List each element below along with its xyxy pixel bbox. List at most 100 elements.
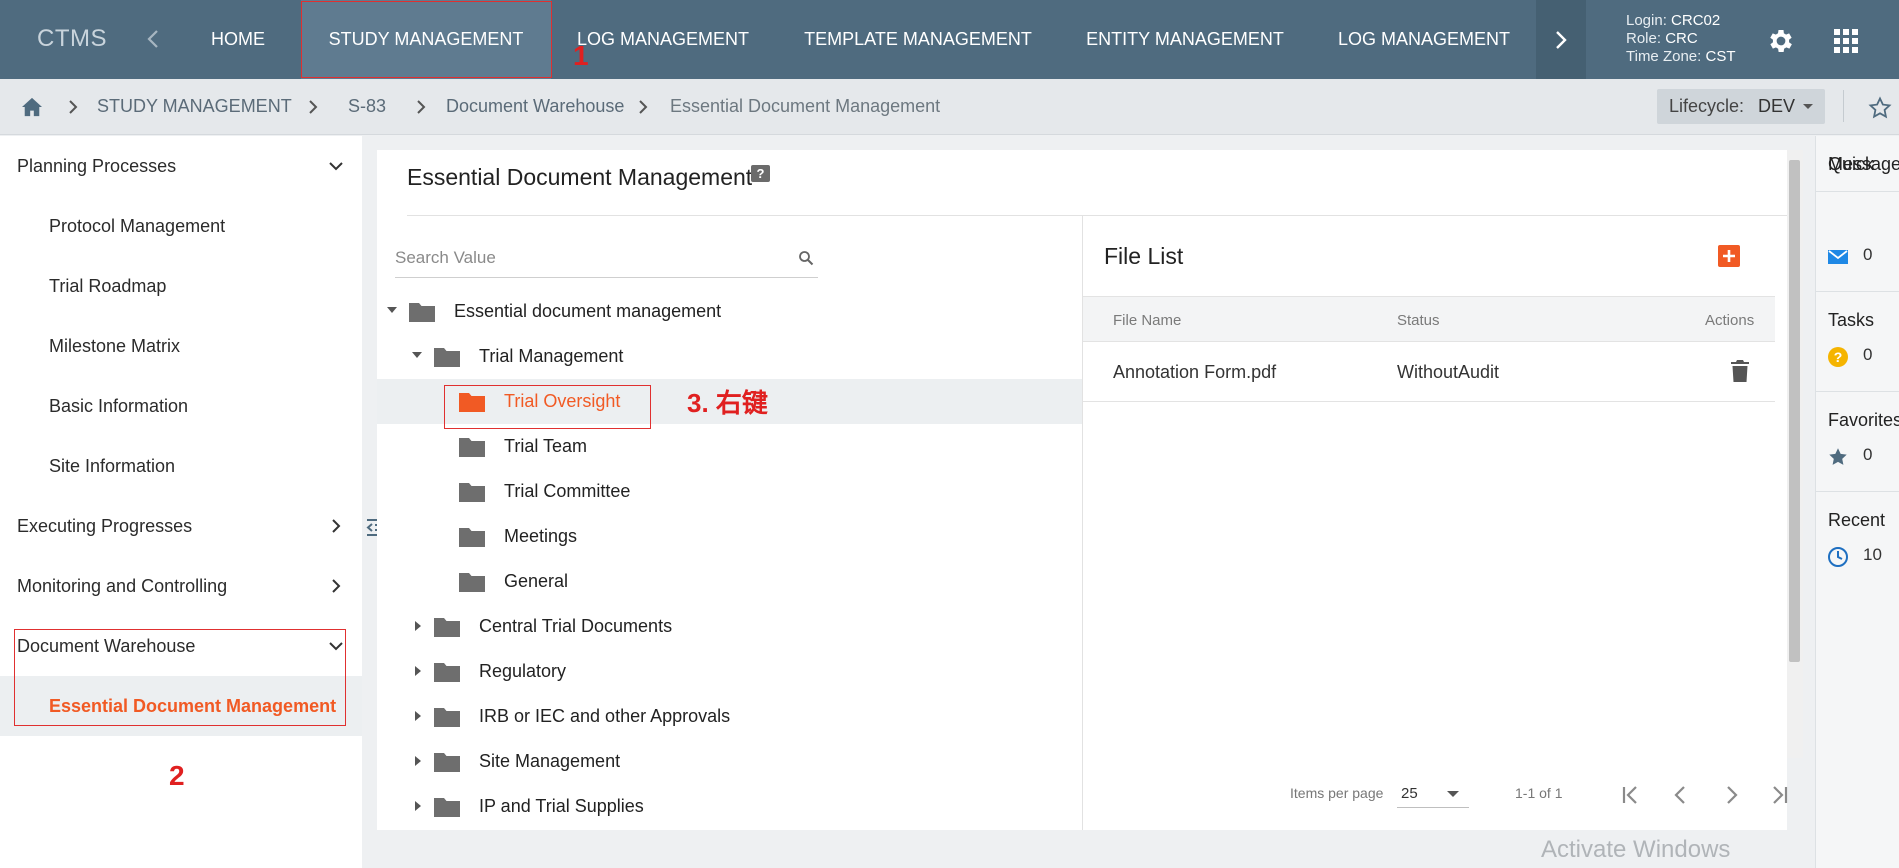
breadcrumb-current: Essential Document Management: [670, 96, 941, 116]
folder-icon: [434, 663, 460, 682]
lifecycle-value: DEV: [1758, 96, 1796, 116]
sidebar-item-protocol-management[interactable]: Protocol Management: [0, 196, 362, 256]
chevron-right-icon: [639, 100, 648, 114]
tree-node-label: Trial Oversight: [504, 391, 621, 411]
sidebar-item-monitoring-controlling[interactable]: Monitoring and Controlling: [0, 556, 362, 616]
file-status: WithoutAudit: [1397, 362, 1500, 382]
star-outline-icon[interactable]: [1867, 96, 1893, 120]
tree-node-trial-team[interactable]: Trial Team: [377, 424, 1082, 469]
sidebar-item-document-warehouse[interactable]: Document Warehouse: [0, 616, 362, 676]
page-title: Essential Document Management: [407, 164, 753, 190]
nav-home[interactable]: HOME: [186, 0, 290, 79]
chevron-left-icon: [147, 30, 158, 48]
nav-prev-button[interactable]: [138, 22, 168, 56]
table-row[interactable]: Annotation Form.pdf WithoutAudit: [1083, 342, 1775, 402]
sidebar-item-executing-progresses[interactable]: Executing Progresses: [0, 496, 362, 556]
tree-node-trial-committee[interactable]: Trial Committee: [377, 469, 1082, 514]
tree-node-label: Trial Committee: [504, 481, 631, 501]
items-per-page-select[interactable]: 25: [1397, 778, 1469, 808]
tree-node-label: IP and Trial Supplies: [479, 796, 644, 816]
home-icon[interactable]: [21, 97, 43, 117]
last-page-icon[interactable]: [1766, 782, 1792, 808]
nav-log-management-2[interactable]: LOG MANAGEMENT: [1326, 0, 1522, 79]
sidebar-item-label: Document Warehouse: [17, 635, 196, 656]
tree-node-irb-iec[interactable]: IRB or IEC and other Approvals: [377, 694, 1082, 739]
nav-study-management[interactable]: STUDY MANAGEMENT: [301, 0, 551, 79]
tree-node-label: Essential document management: [454, 301, 722, 321]
search-icon[interactable]: [798, 250, 814, 266]
tree-node-ip-trial-supplies[interactable]: IP and Trial Supplies: [377, 784, 1082, 829]
login-value: CRC02: [1671, 12, 1721, 29]
sidebar-item-trial-roadmap[interactable]: Trial Roadmap: [0, 256, 362, 316]
app-brand[interactable]: CTMS: [37, 25, 107, 53]
caret-right-icon[interactable]: [415, 711, 421, 721]
mail-icon: [1828, 250, 1848, 264]
breadcrumb-study-id[interactable]: S-83: [348, 96, 386, 117]
file-name[interactable]: Annotation Form.pdf: [1113, 362, 1276, 383]
tree-node-general[interactable]: General: [377, 559, 1082, 604]
nav-template-management[interactable]: TEMPLATE MANAGEMENT: [793, 0, 1043, 79]
tree-node-root[interactable]: Essential document management: [377, 289, 1082, 334]
caret-right-icon[interactable]: [415, 621, 421, 631]
sidebar-item-basic-information[interactable]: Basic Information: [0, 376, 362, 436]
sidebar-item-label: Essential Document Management: [49, 695, 337, 716]
quick-favorites[interactable]: Favorites 0: [1816, 392, 1899, 492]
tree-node-label: Meetings: [504, 526, 578, 546]
chevron-right-icon: [309, 100, 318, 114]
next-page-icon[interactable]: [1718, 782, 1744, 808]
quick-recent[interactable]: Recent 10: [1816, 492, 1899, 592]
first-page-icon[interactable]: [1618, 782, 1644, 808]
caret-right-icon[interactable]: [415, 756, 421, 766]
star-icon: [1829, 448, 1847, 465]
file-list-title: File List: [1104, 243, 1184, 269]
tree-node-central-trial-documents[interactable]: Central Trial Documents: [377, 604, 1082, 649]
question-circle-icon: ?: [1828, 347, 1848, 367]
breadcrumb-study-management[interactable]: STUDY MANAGEMENT: [97, 96, 292, 117]
folder-icon: [434, 798, 460, 817]
nav-entity-management[interactable]: ENTITY MANAGEMENT: [1074, 0, 1296, 79]
apps-grid-icon[interactable]: [1834, 29, 1858, 53]
column-header-status[interactable]: Status: [1397, 312, 1440, 329]
sidebar-item-essential-document-management[interactable]: Essential Document Management: [0, 676, 362, 736]
caret-down-icon[interactable]: [412, 352, 422, 358]
chevron-right-icon: [332, 579, 341, 593]
sidebar-item-planning-processes[interactable]: Planning Processes: [0, 136, 362, 196]
quick-section-title: Recent: [1828, 510, 1886, 530]
sidebar-item-label: Executing Progresses: [17, 515, 193, 536]
tree-node-site-management[interactable]: Site Management: [377, 739, 1082, 784]
caret-right-icon[interactable]: [415, 801, 421, 811]
quick-messages[interactable]: Message 0: [1816, 154, 1899, 292]
column-header-actions: Actions: [1705, 312, 1755, 329]
add-file-button[interactable]: [1718, 245, 1740, 267]
sidebar-item-label: Trial Roadmap: [49, 275, 167, 296]
tree-node-meetings[interactable]: Meetings: [377, 514, 1082, 559]
tree-node-trial-management[interactable]: Trial Management: [377, 334, 1082, 379]
column-header-file-name[interactable]: File Name: [1113, 312, 1181, 329]
help-icon[interactable]: ?: [751, 165, 770, 182]
nav-next-button[interactable]: [1536, 0, 1586, 79]
caret-down-icon[interactable]: [387, 307, 397, 313]
search-input[interactable]: [395, 248, 775, 268]
trash-icon[interactable]: [1731, 360, 1749, 382]
lifecycle-select[interactable]: Lifecycle: DEV: [1657, 89, 1825, 124]
tree-node-label: Regulatory: [479, 661, 567, 681]
tree-node-regulatory[interactable]: Regulatory: [377, 649, 1082, 694]
quick-tasks[interactable]: Tasks ? 0: [1816, 292, 1899, 392]
breadcrumb-document-warehouse[interactable]: Document Warehouse: [446, 96, 624, 117]
caret-right-icon[interactable]: [415, 666, 421, 676]
timezone-label: Time Zone:: [1626, 48, 1702, 65]
nav-log-management[interactable]: LOG MANAGEMENT: [563, 0, 763, 79]
folder-icon: [409, 303, 435, 322]
gear-icon[interactable]: [1766, 26, 1796, 56]
quick-count: 0: [1863, 345, 1873, 364]
lifecycle-label: Lifecycle:: [1669, 96, 1745, 116]
timezone-value: CST: [1705, 48, 1736, 65]
sidebar-item-milestone-matrix[interactable]: Milestone Matrix: [0, 316, 362, 376]
folder-icon: [434, 753, 460, 772]
top-navbar: CTMS HOME STUDY MANAGEMENT LOG MANAGEMEN…: [0, 0, 1899, 79]
sidebar-item-site-information[interactable]: Site Information: [0, 436, 362, 496]
caret-down-icon: [1447, 791, 1459, 797]
pagination-range: 1-1 of 1: [1515, 785, 1563, 801]
prev-page-icon[interactable]: [1668, 782, 1694, 808]
scrollbar-thumb[interactable]: [1789, 160, 1800, 662]
